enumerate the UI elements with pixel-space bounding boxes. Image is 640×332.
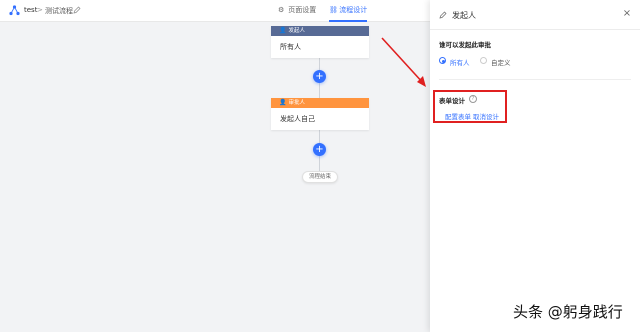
add-node-button[interactable]: + (313, 70, 326, 83)
section-divider (439, 79, 631, 80)
user-icon: 👤 (279, 99, 287, 106)
edit-name-icon[interactable] (73, 6, 81, 14)
breadcrumb-separator: > (37, 6, 43, 14)
configure-form-link[interactable]: 配置表单 (445, 111, 471, 121)
annotation-arrow-icon (381, 37, 426, 87)
flow-end-node: 流程结束 (302, 171, 338, 183)
node-content: 发起人自己 (280, 115, 315, 123)
form-design-label: 表单设计 (439, 97, 465, 105)
pencil-icon[interactable] (439, 11, 447, 19)
cancel-design-link[interactable]: 取消设计 (473, 111, 499, 121)
drawer-title: 发起人 (452, 11, 476, 20)
app-logo-icon (9, 5, 20, 16)
radio-everyone-label[interactable]: 所有人 (450, 57, 470, 67)
close-icon[interactable]: × (621, 8, 633, 20)
flow-node-initiator[interactable]: 👤 发起人 所有人 (271, 26, 369, 58)
radio-everyone[interactable] (439, 57, 446, 64)
flow-icon: ⛓ (329, 6, 338, 14)
breadcrumb-app[interactable]: test (24, 6, 37, 14)
tab-flow-design[interactable]: ⛓ 流程设计 (329, 5, 368, 22)
gear-icon: ⚙ (278, 6, 285, 14)
user-icon: 👤 (279, 27, 287, 34)
node-header: 👤 审批人 (271, 98, 369, 108)
help-icon[interactable]: ? (469, 95, 477, 103)
tab-page-settings[interactable]: ⚙ 页面设置 (278, 5, 316, 22)
node-header: 👤 发起人 (271, 26, 369, 36)
add-node-button[interactable]: + (313, 143, 326, 156)
drawer-header: 发起人 × (430, 0, 640, 30)
tab-label: 流程设计 (339, 6, 368, 14)
radio-custom[interactable] (480, 57, 487, 64)
top-bar: test > 测试流程 ⚙ 页面设置 ⛓ 流程设计 (0, 0, 430, 22)
node-type-label: 发起人 (288, 28, 305, 34)
tab-label: 页面设置 (288, 6, 317, 14)
node-type-label: 审批人 (288, 100, 305, 106)
watermark-text: 头条 @躬身践行 (513, 303, 623, 321)
who-can-initiate-label: 谁可以发起此审批 (439, 41, 491, 49)
radio-custom-label[interactable]: 自定义 (491, 57, 511, 67)
flow-node-approver[interactable]: 👤 审批人 发起人自己 (271, 98, 369, 130)
initiator-settings-drawer: 发起人 × 谁可以发起此审批 所有人 自定义 表单设计 ? 配置表单 取消设计 (430, 0, 640, 332)
node-content: 所有人 (280, 43, 301, 51)
breadcrumb-flow-name: 测试流程 (45, 7, 73, 15)
